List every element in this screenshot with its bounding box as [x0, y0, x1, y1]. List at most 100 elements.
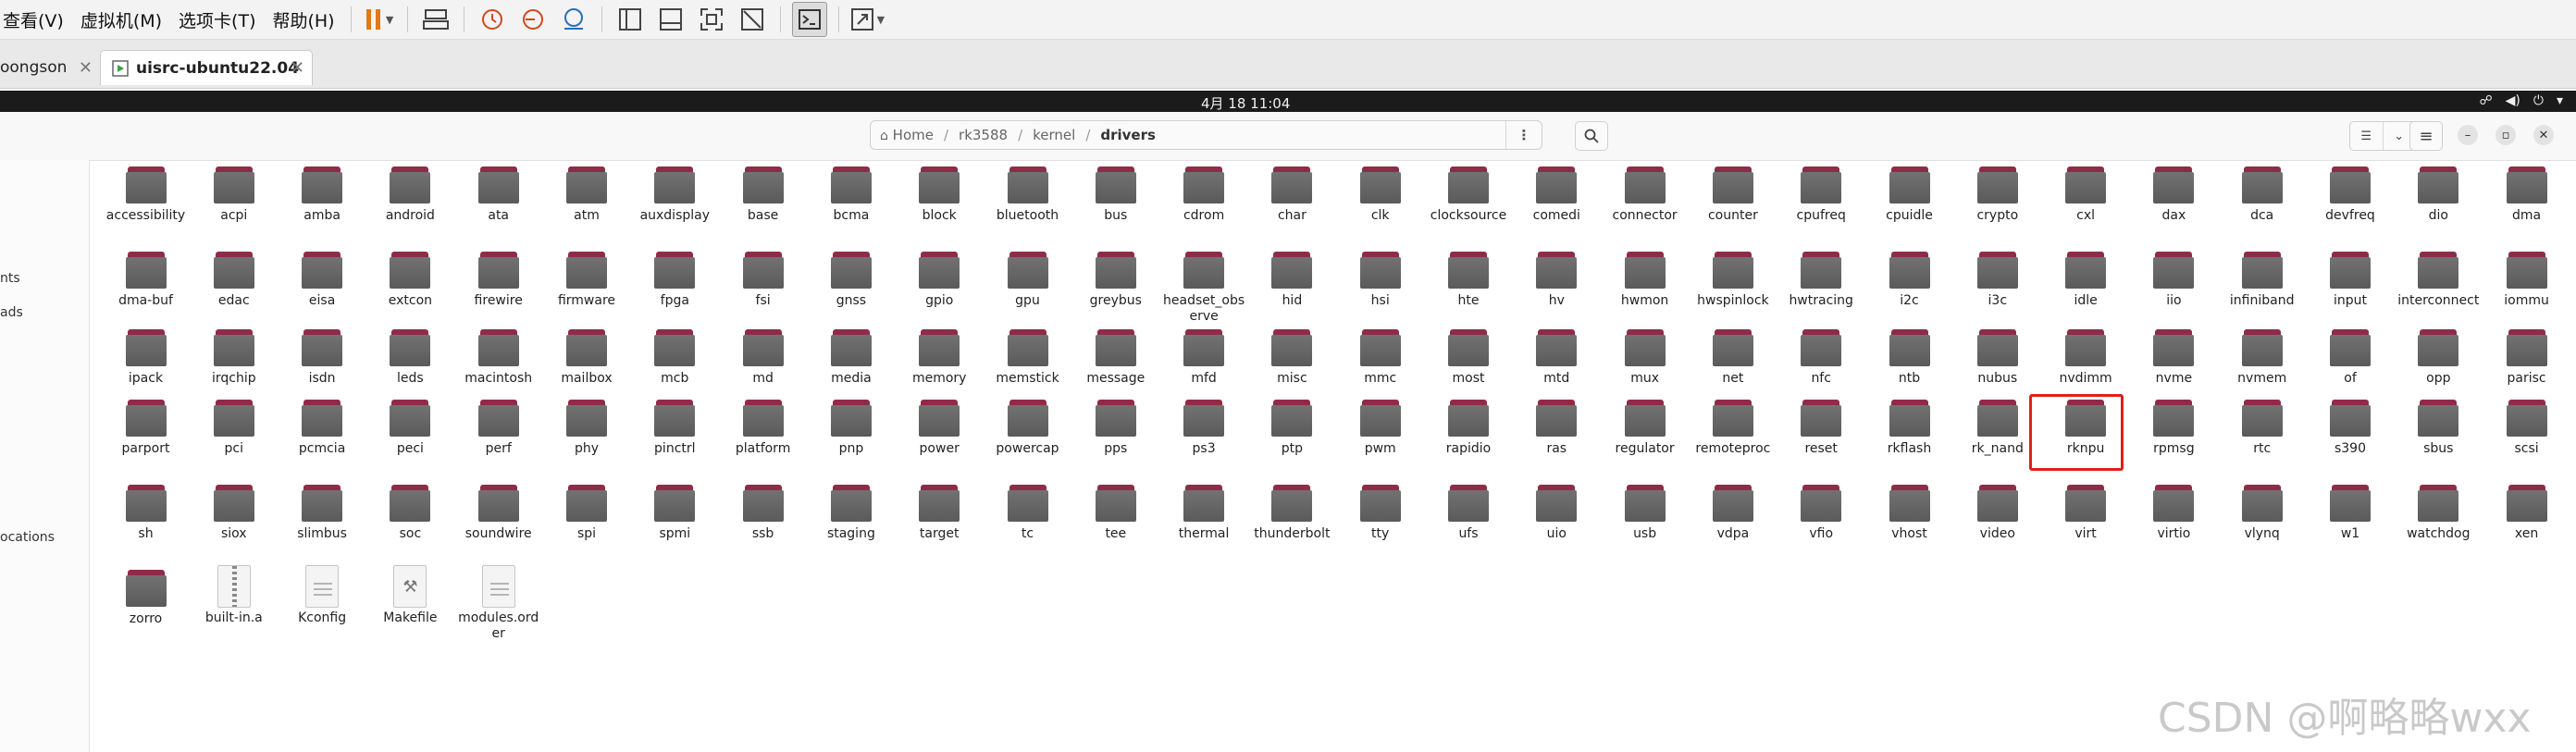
revert-snapshot-button[interactable]: [516, 3, 550, 36]
file-item[interactable]: devfreq: [2307, 162, 2395, 224]
file-item[interactable]: regulator: [1601, 395, 1689, 457]
minimize-button[interactable]: –: [2458, 125, 2478, 145]
file-item[interactable]: dma: [2483, 162, 2570, 224]
close-icon[interactable]: ✕: [79, 58, 93, 78]
file-item[interactable]: i3c: [1953, 247, 2041, 309]
file-item[interactable]: mux: [1601, 325, 1689, 387]
file-item[interactable]: counter: [1689, 162, 1777, 224]
file-item[interactable]: connector: [1601, 162, 1689, 224]
sidebar-toggle-button[interactable]: [613, 3, 647, 36]
file-item[interactable]: clocksource: [1425, 162, 1513, 224]
close-icon[interactable]: ✕: [291, 58, 304, 78]
file-item[interactable]: sbus: [2395, 395, 2483, 457]
file-item[interactable]: parport: [102, 395, 190, 457]
file-item[interactable]: firmware: [543, 247, 631, 309]
file-item[interactable]: misc: [1248, 325, 1336, 387]
file-item[interactable]: soundwire: [454, 480, 542, 542]
file-item[interactable]: reset: [1777, 395, 1865, 457]
file-item[interactable]: tc: [984, 480, 1071, 542]
file-item[interactable]: sh: [102, 480, 190, 542]
list-view-button[interactable]: ☰: [2350, 122, 2384, 150]
file-item[interactable]: char: [1248, 162, 1336, 224]
thumbnail-bar-button[interactable]: [654, 3, 687, 36]
file-item[interactable]: cpuidle: [1865, 162, 1953, 224]
file-item[interactable]: base: [719, 162, 807, 224]
file-item[interactable]: powercap: [984, 395, 1071, 457]
stretch-button[interactable]: ▼: [850, 3, 885, 36]
file-item[interactable]: memory: [896, 325, 984, 387]
file-item[interactable]: platform: [719, 395, 807, 457]
file-item[interactable]: opp: [2395, 325, 2483, 387]
file-item[interactable]: pci: [190, 395, 278, 457]
file-item[interactable]: edac: [190, 247, 278, 309]
file-item[interactable]: modules.order: [454, 565, 542, 642]
file-item[interactable]: watchdog: [2395, 480, 2483, 542]
file-item[interactable]: vhost: [1865, 480, 1953, 542]
file-item[interactable]: interconnect: [2395, 247, 2483, 309]
file-item[interactable]: ufs: [1425, 480, 1513, 542]
file-item[interactable]: atm: [543, 162, 631, 224]
file-item[interactable]: extcon: [366, 247, 454, 309]
file-item[interactable]: virt: [2042, 480, 2130, 542]
file-item[interactable]: amba: [279, 162, 366, 224]
main-menu-button[interactable]: ≡: [2409, 121, 2443, 151]
path-menu-button[interactable]: ⋮: [1505, 121, 1542, 149]
file-item[interactable]: dio: [2395, 162, 2483, 224]
file-item[interactable]: idle: [2042, 247, 2130, 309]
file-item[interactable]: input: [2307, 247, 2395, 309]
file-item[interactable]: gpu: [984, 247, 1071, 309]
file-item[interactable]: virtio: [2130, 480, 2218, 542]
file-item[interactable]: nfc: [1777, 325, 1865, 387]
file-item[interactable]: pinctrl: [631, 395, 719, 457]
file-item[interactable]: crypto: [1953, 162, 2041, 224]
file-item[interactable]: Kconfig: [279, 565, 366, 626]
file-item[interactable]: nubus: [1953, 325, 2041, 387]
file-item[interactable]: hwtracing: [1777, 247, 1865, 309]
file-item[interactable]: video: [1953, 480, 2041, 542]
file-item[interactable]: iommu: [2483, 247, 2570, 309]
file-item[interactable]: tee: [1071, 480, 1159, 542]
file-item[interactable]: pwm: [1336, 395, 1424, 457]
file-item[interactable]: peci: [366, 395, 454, 457]
tab-loongson[interactable]: oongson ✕: [0, 50, 96, 85]
snapshot-manager-button[interactable]: [557, 3, 590, 36]
menu-vm[interactable]: 虚拟机(M): [72, 7, 170, 32]
file-item[interactable]: comedi: [1513, 162, 1601, 224]
file-item[interactable]: fsi: [719, 247, 807, 309]
file-item[interactable]: nvme: [2130, 325, 2218, 387]
file-item[interactable]: greybus: [1071, 247, 1159, 309]
file-item[interactable]: most: [1425, 325, 1513, 387]
file-item[interactable]: pnp: [807, 395, 895, 457]
file-item[interactable]: hte: [1425, 247, 1513, 309]
file-item[interactable]: thunderbolt: [1248, 480, 1336, 542]
file-item[interactable]: mcb: [631, 325, 719, 387]
file-item[interactable]: target: [896, 480, 984, 542]
file-item[interactable]: irqchip: [190, 325, 278, 387]
file-item[interactable]: spi: [543, 480, 631, 542]
file-item[interactable]: i2c: [1865, 247, 1953, 309]
file-item[interactable]: accessibility: [102, 162, 190, 224]
file-item[interactable]: dma-buf: [102, 247, 190, 309]
file-item[interactable]: mailbox: [543, 325, 631, 387]
file-item[interactable]: rkflash: [1865, 395, 1953, 457]
file-item[interactable]: block: [896, 162, 984, 224]
file-item[interactable]: phy: [543, 395, 631, 457]
file-item[interactable]: net: [1689, 325, 1777, 387]
file-item[interactable]: bluetooth: [984, 162, 1071, 224]
fullscreen-button[interactable]: [695, 3, 728, 36]
file-item[interactable]: gpio: [896, 247, 984, 309]
file-item[interactable]: headset_observe: [1160, 247, 1248, 325]
file-item[interactable]: remoteproc: [1689, 395, 1777, 457]
file-item[interactable]: dca: [2218, 162, 2306, 224]
file-item[interactable]: rpmsg: [2130, 395, 2218, 457]
file-item[interactable]: uio: [1513, 480, 1601, 542]
file-item[interactable]: android: [366, 162, 454, 224]
file-item[interactable]: ipack: [102, 325, 190, 387]
file-item[interactable]: ptp: [1248, 395, 1336, 457]
menu-view[interactable]: 查看(V): [0, 7, 72, 32]
file-item[interactable]: eisa: [279, 247, 366, 309]
maximize-button[interactable]: ▫: [2496, 125, 2516, 145]
file-item[interactable]: ras: [1513, 395, 1601, 457]
send-keys-button[interactable]: [419, 3, 452, 36]
file-item[interactable]: mtd: [1513, 325, 1601, 387]
